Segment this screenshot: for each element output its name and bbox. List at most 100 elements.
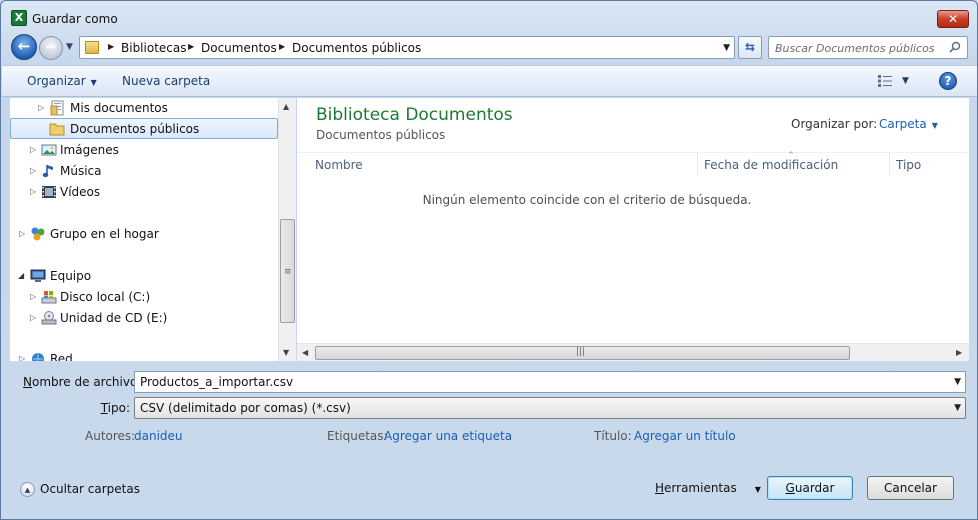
- documents-folder-icon: [50, 100, 64, 116]
- file-type-dropdown-icon[interactable]: ▼: [954, 403, 961, 413]
- search-input[interactable]: [775, 40, 943, 56]
- chevron-down-icon: ▼: [931, 121, 938, 130]
- nav-pane-vertical-scrollbar[interactable]: ▲ ≡ ▼: [278, 98, 296, 361]
- save-button[interactable]: Guardar: [767, 476, 853, 500]
- column-header-tipo[interactable]: Tipo: [896, 158, 921, 172]
- nav-item-mis-documentos[interactable]: ▷ Mis documentos: [10, 98, 278, 118]
- expand-icon[interactable]: ▷: [19, 229, 25, 238]
- nav-item-label: Mis documentos: [70, 101, 168, 115]
- back-button[interactable]: ←: [11, 34, 37, 60]
- breadcrumb-documentos-publicos[interactable]: Documentos públicos: [292, 41, 421, 55]
- expand-icon[interactable]: ▷: [30, 166, 36, 175]
- file-type-value: CSV (delimitado por comas) (*.csv): [140, 401, 351, 415]
- new-folder-button[interactable]: Nueva carpeta: [122, 74, 210, 88]
- breadcrumb-bibliotecas[interactable]: Bibliotecas: [121, 41, 186, 55]
- nav-item-grupo-en-el-hogar[interactable]: ▷ Grupo en el hogar: [10, 224, 278, 244]
- grip-icon: |||: [576, 347, 586, 357]
- title-value[interactable]: Agregar un título: [634, 429, 736, 443]
- title-bar: X Guardar como ✕: [1, 1, 977, 33]
- nav-item-unidad-cd[interactable]: ▷ Unidad de CD (E:): [10, 308, 278, 328]
- scroll-left-icon[interactable]: ◀: [302, 348, 308, 357]
- scroll-right-icon[interactable]: ▶: [956, 348, 962, 357]
- nav-item-label: Equipo: [50, 269, 92, 283]
- address-bar[interactable]: ▶ Bibliotecas ▶ Documentos ▶ Documentos …: [79, 36, 735, 59]
- filename-combobox[interactable]: ▼: [134, 371, 966, 393]
- scroll-up-icon[interactable]: ▲: [283, 102, 289, 111]
- access-key: T: [100, 401, 108, 415]
- nav-item-label: Disco local (C:): [60, 290, 151, 304]
- hard-drive-icon: [41, 291, 57, 304]
- navigation-pane[interactable]: ▷ Mis documentos Documentos públicos ▷ I…: [10, 98, 278, 361]
- homegroup-icon: [31, 227, 45, 241]
- close-button[interactable]: ✕: [937, 10, 969, 28]
- expand-icon[interactable]: ▷: [30, 145, 36, 154]
- breadcrumb-separator-icon[interactable]: ▶: [279, 42, 285, 51]
- view-options-icon[interactable]: [878, 75, 892, 87]
- library-subtitle: Documentos públicos: [316, 128, 446, 142]
- network-icon: [32, 353, 44, 361]
- access-key: G: [785, 481, 795, 495]
- column-divider[interactable]: [697, 153, 698, 176]
- nav-item-label: Grupo en el hogar: [50, 227, 159, 241]
- dialog-title: Guardar como: [32, 12, 118, 26]
- command-bar: Organizar ▼ Nueva carpeta ▼ ?: [2, 65, 977, 97]
- nav-item-label: Música: [60, 164, 102, 178]
- file-type-select[interactable]: CSV (delimitado por comas) (*.csv) ▼: [134, 397, 966, 419]
- music-icon: [42, 165, 53, 178]
- breadcrumb-documentos[interactable]: Documentos: [201, 41, 277, 55]
- address-dropdown-icon[interactable]: ▼: [723, 43, 730, 53]
- save-label: uardar: [794, 481, 835, 495]
- search-icon[interactable]: [949, 41, 961, 53]
- scrollbar-thumb[interactable]: ≡: [280, 219, 295, 323]
- arrange-by-label: Organizar por:: [791, 117, 878, 131]
- label-text: ipo:: [107, 401, 130, 415]
- excel-app-icon: X: [11, 10, 27, 26]
- type-label: Tipo:: [23, 401, 130, 415]
- filename-label: Nombre de archivo:: [23, 375, 141, 389]
- scroll-down-icon[interactable]: ▼: [283, 348, 289, 357]
- breadcrumb-separator-icon[interactable]: ▶: [108, 42, 114, 51]
- help-icon[interactable]: ?: [939, 72, 957, 90]
- breadcrumb-separator-icon[interactable]: ▶: [188, 42, 194, 51]
- view-dropdown-icon[interactable]: ▼: [902, 76, 909, 86]
- file-list-pane[interactable]: Biblioteca Documentos Documentos público…: [297, 98, 969, 361]
- recent-pages-dropdown-icon[interactable]: ▼: [66, 42, 73, 52]
- column-divider[interactable]: [889, 153, 890, 176]
- column-header-fecha[interactable]: Fecha de modificación: [704, 158, 838, 172]
- expand-icon[interactable]: ▷: [30, 187, 36, 196]
- file-list-horizontal-scrollbar[interactable]: ◀ ||| ▶: [297, 343, 969, 361]
- nav-item-imagenes[interactable]: ▷ Imágenes: [10, 140, 278, 160]
- nav-item-red[interactable]: ▷ Red: [10, 349, 278, 361]
- search-box[interactable]: [768, 36, 968, 59]
- expand-icon[interactable]: ▷: [19, 354, 25, 361]
- column-header-nombre[interactable]: Nombre: [315, 158, 363, 172]
- save-as-dialog: X Guardar como ✕ ← → ▼ ▶ Bibliotecas ▶ D…: [0, 0, 978, 520]
- forward-button[interactable]: →: [39, 36, 63, 60]
- tools-label: erramientas: [664, 481, 737, 495]
- expand-icon[interactable]: ▷: [30, 292, 36, 301]
- nav-item-documentos-publicos[interactable]: Documentos públicos: [10, 118, 278, 139]
- arrange-by-value: Carpeta: [879, 117, 927, 131]
- hide-folders-button[interactable]: ▲ Ocultar carpetas: [20, 482, 140, 497]
- filename-input[interactable]: [140, 374, 930, 390]
- refresh-button[interactable]: ⇆: [738, 36, 762, 59]
- nav-item-videos[interactable]: ▷ Vídeos: [10, 182, 278, 202]
- filename-dropdown-icon[interactable]: ▼: [954, 377, 961, 387]
- tags-value[interactable]: Agregar una etiqueta: [384, 429, 512, 443]
- nav-item-musica[interactable]: ▷ Música: [10, 161, 278, 181]
- cd-drive-icon: [41, 311, 57, 325]
- expand-icon[interactable]: ▷: [30, 313, 36, 322]
- expand-icon[interactable]: ▷: [38, 103, 44, 112]
- organize-button[interactable]: Organizar ▼: [27, 74, 97, 88]
- cancel-button[interactable]: Cancelar: [867, 476, 954, 500]
- nav-item-equipo[interactable]: ◢ Equipo: [10, 266, 278, 286]
- videos-icon: [42, 186, 56, 198]
- collapse-icon[interactable]: ◢: [18, 271, 24, 280]
- nav-item-disco-local[interactable]: ▷ Disco local (C:): [10, 287, 278, 307]
- authors-value[interactable]: danideu: [134, 429, 183, 443]
- folder-icon: [85, 41, 99, 54]
- tools-button[interactable]: Herramientas ▼: [655, 481, 761, 495]
- arrange-by-dropdown[interactable]: Carpeta ▼: [879, 117, 938, 131]
- scrollbar-thumb[interactable]: |||: [315, 346, 850, 360]
- nav-item-label: Vídeos: [60, 185, 101, 199]
